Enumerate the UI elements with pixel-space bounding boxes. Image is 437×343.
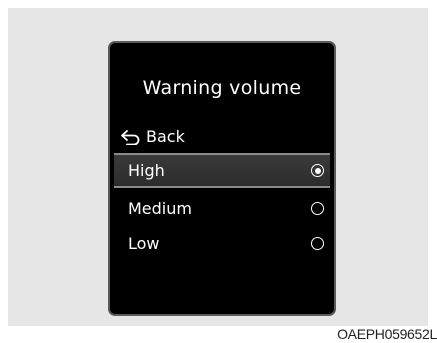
back-button[interactable]: Back <box>120 127 185 146</box>
back-label: Back <box>146 127 185 146</box>
back-arrow-icon <box>121 129 140 145</box>
screen-title: Warning volume <box>142 77 302 99</box>
option-label: Medium <box>128 199 192 218</box>
radio-unselected-icon[interactable] <box>311 237 324 250</box>
option-label: High <box>128 161 165 180</box>
radio-unselected-icon[interactable] <box>311 202 324 215</box>
option-high[interactable]: High <box>114 153 330 188</box>
option-label: Low <box>128 234 160 253</box>
figure-code: OAEPH059652L <box>337 326 437 342</box>
radio-selected-icon[interactable] <box>311 164 324 177</box>
display-screen: Warning volume Back High Medium Low <box>108 41 336 316</box>
option-low[interactable]: Low <box>114 226 330 261</box>
option-medium[interactable]: Medium <box>114 191 330 226</box>
